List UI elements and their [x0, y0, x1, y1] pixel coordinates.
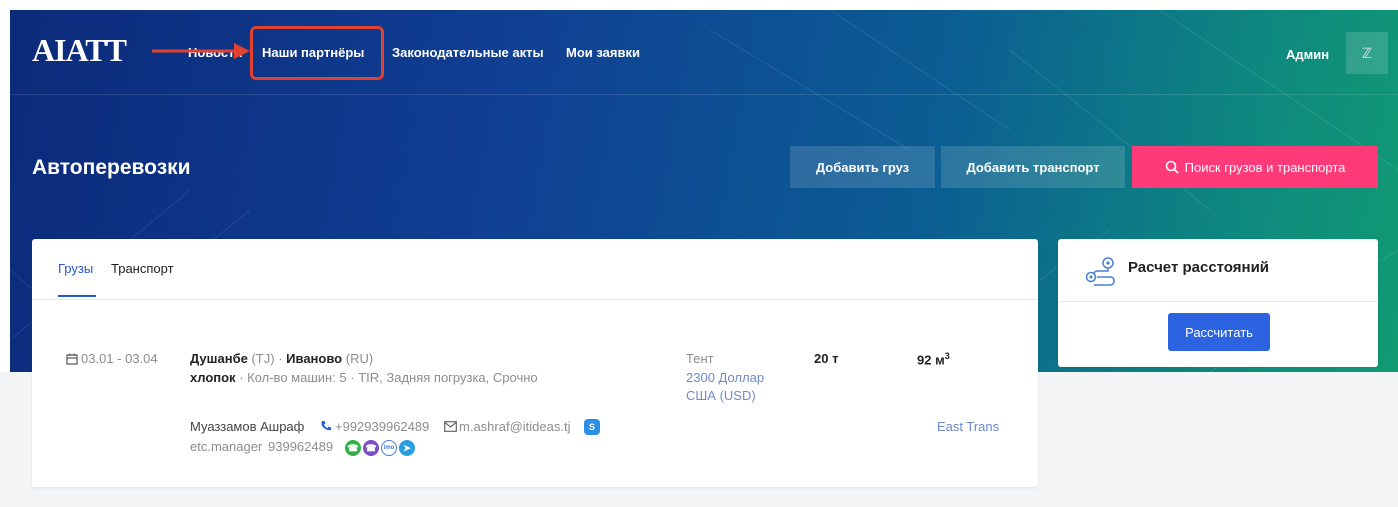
email-icon [444, 421, 457, 432]
distance-widget-title: Расчет расстояний [1128, 259, 1270, 276]
tab-transport[interactable]: Транспорт [111, 261, 174, 276]
contact-phone-2: 939962489 [268, 439, 334, 454]
annotation-highlight-box [250, 26, 384, 80]
calculate-button[interactable]: Рассчитать [1168, 313, 1270, 351]
volume-value: 92 м [917, 352, 945, 368]
contact-phone[interactable]: +992939962489 [335, 419, 429, 434]
page-title: Автоперевозки [32, 156, 191, 179]
price-line-1: 2300 Доллар [686, 370, 765, 385]
contact-name: Муаззамов Ашраф [190, 419, 305, 434]
active-tab-indicator [58, 295, 96, 297]
listing-card: Грузы Транспорт 03.01 - 03.04 Душанбе (T… [32, 239, 1038, 487]
contact-email[interactable]: m.ashraf@itideas.tj [459, 419, 570, 434]
calendar-icon [66, 353, 78, 365]
volume-unit-sup: 3 [944, 351, 950, 361]
company-name[interactable]: East Trans [937, 419, 999, 434]
divider [1058, 301, 1378, 302]
skype-icon[interactable]: S [584, 419, 600, 435]
user-icon: ℤ [1361, 44, 1373, 61]
add-transport-button[interactable]: Добавить транспорт [941, 146, 1125, 188]
route-icon [1085, 257, 1115, 286]
cargo-volume: 92 м3 [917, 351, 950, 367]
body-type: Тент [686, 351, 714, 366]
viber-icon[interactable]: ☎ [363, 440, 379, 456]
price-line-2: США (USD) [686, 388, 756, 403]
telegram-icon[interactable]: ➤ [399, 440, 415, 456]
search-cargo-transport-button[interactable]: Поиск грузов и транспорта [1132, 146, 1378, 188]
cargo-description: хлопок · Кол-во машин: 5 · TIR, Задняя п… [190, 370, 538, 385]
cargo-details: · Кол-во машин: 5 · TIR, Задняя погрузка… [239, 370, 538, 385]
user-name[interactable]: Админ [1286, 47, 1329, 62]
imo-icon[interactable]: imo [381, 440, 397, 456]
user-avatar-button[interactable]: ℤ [1346, 32, 1388, 74]
phone-icon [321, 421, 331, 431]
from-country: (TJ) [251, 351, 275, 366]
add-cargo-button[interactable]: Добавить груз [790, 146, 935, 188]
distance-calculator-card: Расчет расстояний Рассчитать [1058, 239, 1378, 367]
route-separator: · [278, 351, 283, 366]
from-city: Душанбе [190, 351, 248, 366]
cargo-dates: 03.01 - 03.04 [81, 351, 158, 366]
cargo-weight: 20 т [814, 351, 839, 366]
cargo-route: Душанбе (TJ) · Иваново (RU) [190, 351, 373, 366]
tab-cargo[interactable]: Грузы [58, 261, 93, 276]
listing-tabs: Грузы Транспорт [32, 239, 1038, 300]
nav-my-requests[interactable]: Мои заявки [566, 45, 640, 60]
site-logo[interactable]: AIATT [32, 32, 127, 69]
to-country: (RU) [345, 351, 374, 366]
whatsapp-icon[interactable]: ☎ [345, 440, 361, 456]
to-city: Иваново [286, 351, 343, 366]
contact-skype: etc.manager [190, 439, 263, 454]
nav-legislative-acts[interactable]: Законодательные акты [392, 45, 544, 60]
search-icon [1165, 160, 1179, 174]
annotation-arrow [152, 43, 250, 59]
search-button-label: Поиск грузов и транспорта [1184, 159, 1346, 175]
cargo-name: хлопок [190, 370, 236, 385]
